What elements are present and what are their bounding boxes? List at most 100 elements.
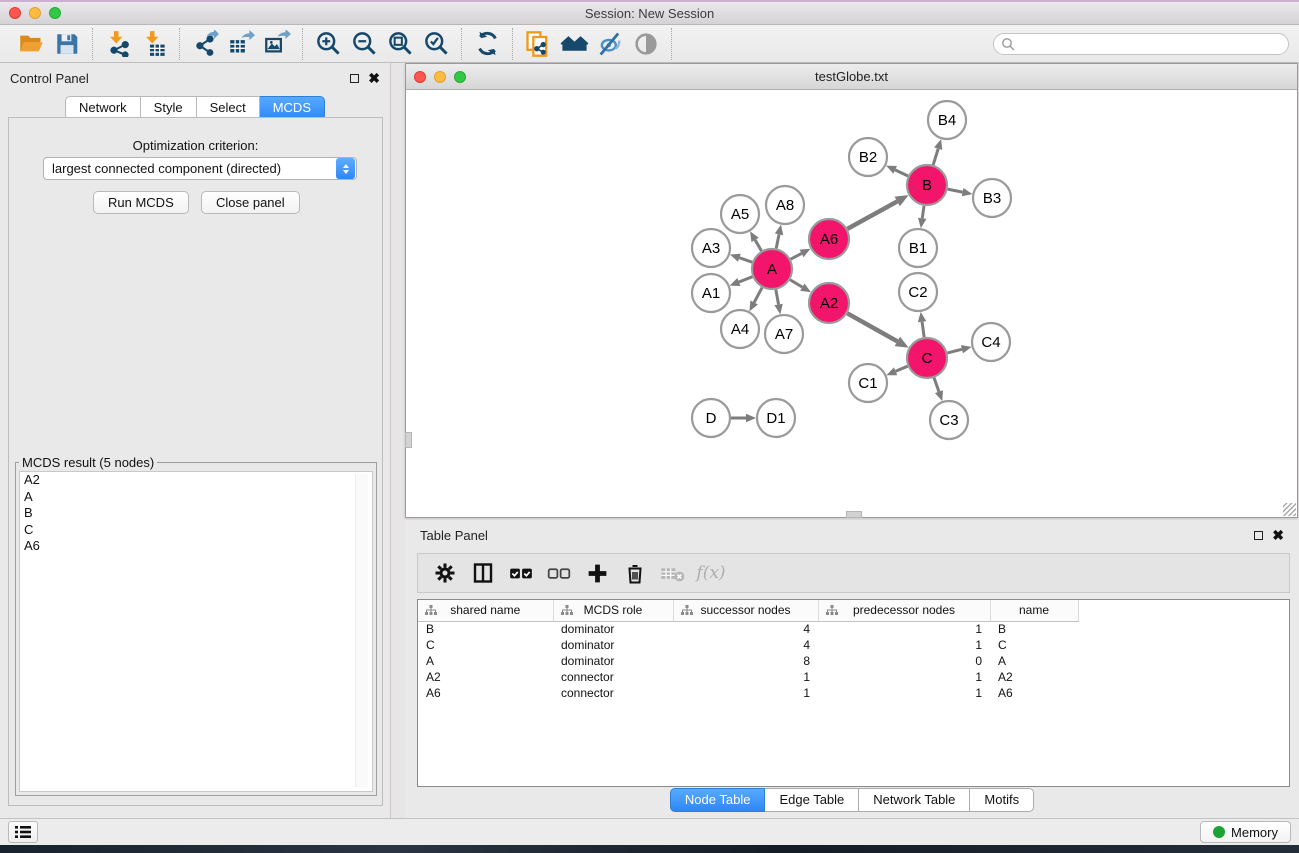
- float-panel-icon[interactable]: [350, 74, 359, 83]
- zoom-out-icon[interactable]: [349, 29, 379, 59]
- mcds-result-item[interactable]: A2: [20, 472, 372, 489]
- table-row[interactable]: Bdominator41B: [418, 621, 1289, 637]
- mcds-result-list: A2ABCA6: [19, 471, 373, 792]
- graph-node-A7[interactable]: A7: [765, 315, 803, 353]
- mcds-result-item[interactable]: C: [20, 522, 372, 539]
- open-session-icon[interactable]: [16, 29, 46, 59]
- window-resize-grip[interactable]: [1283, 503, 1296, 516]
- left-scrollbar-thumb[interactable]: [405, 432, 412, 448]
- delete-table-icon[interactable]: [656, 558, 690, 588]
- edge-B-B4[interactable]: [933, 149, 938, 165]
- zoom-in-icon[interactable]: [313, 29, 343, 59]
- mcds-result-item[interactable]: A6: [20, 538, 372, 555]
- graph-node-B2[interactable]: B2: [849, 138, 887, 176]
- import-table-icon[interactable]: [139, 29, 169, 59]
- save-session-icon[interactable]: [52, 29, 82, 59]
- edge-A-A3[interactable]: [739, 258, 752, 262]
- import-network-icon[interactable]: [103, 29, 133, 59]
- graph-node-A2[interactable]: A2: [809, 283, 849, 323]
- close-table-panel-icon[interactable]: ✖: [1272, 530, 1284, 540]
- copy-network-view-icon[interactable]: [523, 29, 553, 59]
- tab-motifs[interactable]: Motifs: [970, 788, 1034, 812]
- tab-edge-table[interactable]: Edge Table: [765, 788, 859, 812]
- graph-node-A1[interactable]: A1: [692, 274, 730, 312]
- mcds-result-item[interactable]: A: [20, 489, 372, 506]
- hide-selected-icon[interactable]: [595, 29, 625, 59]
- export-table-icon[interactable]: [226, 29, 256, 59]
- run-mcds-button[interactable]: Run MCDS: [93, 191, 189, 214]
- first-neighbors-icon[interactable]: [559, 29, 589, 59]
- edge-C-C4[interactable]: [947, 349, 962, 353]
- close-panel-icon[interactable]: ✖: [368, 73, 380, 83]
- function-builder-fx-icon[interactable]: f(x): [694, 558, 728, 588]
- show-column-icon[interactable]: [466, 558, 500, 588]
- graph-node-B3[interactable]: B3: [973, 179, 1011, 217]
- select-all-icon[interactable]: [504, 558, 538, 588]
- edge-A-A4[interactable]: [754, 288, 762, 303]
- edge-A-A7[interactable]: [776, 290, 779, 305]
- export-network-icon[interactable]: [190, 29, 220, 59]
- edge-C-C2[interactable]: [922, 322, 924, 337]
- search-input[interactable]: [993, 33, 1289, 55]
- graph-node-B[interactable]: B: [907, 165, 947, 205]
- table-row[interactable]: A2connector11A2: [418, 669, 1289, 685]
- edge-A-A5[interactable]: [755, 240, 761, 251]
- network-window-titlebar[interactable]: testGlobe.txt: [406, 64, 1297, 90]
- column-header-name[interactable]: name: [990, 600, 1078, 621]
- edge-C-C3[interactable]: [934, 378, 939, 392]
- graph-node-C[interactable]: C: [907, 338, 947, 378]
- edge-C-C1[interactable]: [896, 366, 908, 371]
- graph-node-A[interactable]: A: [752, 249, 792, 289]
- graph-node-A6[interactable]: A6: [809, 219, 849, 259]
- edge-B-B2[interactable]: [895, 170, 908, 176]
- column-header-shared-name[interactable]: shared name: [418, 600, 553, 621]
- memory-button[interactable]: Memory: [1200, 821, 1291, 843]
- column-header-predecessor-nodes[interactable]: predecessor nodes: [818, 600, 990, 621]
- graph-node-C2[interactable]: C2: [899, 273, 937, 311]
- graph-node-C4[interactable]: C4: [972, 323, 1010, 361]
- edge-A2-C[interactable]: [847, 313, 897, 341]
- close-panel-button[interactable]: Close panel: [201, 191, 300, 214]
- delete-column-trash-icon[interactable]: [618, 558, 652, 588]
- mcds-result-item[interactable]: B: [20, 505, 372, 522]
- edge-A-A8[interactable]: [776, 234, 779, 248]
- export-image-icon[interactable]: [262, 29, 292, 59]
- graph-node-A4[interactable]: A4: [721, 310, 759, 348]
- edge-A-A1[interactable]: [739, 277, 753, 282]
- graph-node-D[interactable]: D: [692, 399, 730, 437]
- table-row[interactable]: A6connector11A6: [418, 685, 1289, 701]
- edge-B-B3[interactable]: [948, 189, 963, 192]
- criterion-dropdown[interactable]: largest connected component (directed): [43, 157, 357, 180]
- graph-node-C1[interactable]: C1: [849, 364, 887, 402]
- show-all-icon[interactable]: [631, 29, 661, 59]
- tab-node-table[interactable]: Node Table: [670, 788, 766, 812]
- zoom-selected-icon[interactable]: [421, 29, 451, 59]
- graph-node-D1[interactable]: D1: [757, 399, 795, 437]
- refresh-icon[interactable]: [472, 29, 502, 59]
- graph-node-label: A: [767, 261, 777, 278]
- column-header-successor-nodes[interactable]: successor nodes: [673, 600, 818, 621]
- graph-node-A8[interactable]: A8: [766, 186, 804, 224]
- create-column-plus-icon[interactable]: [580, 558, 614, 588]
- graph-node-B4[interactable]: B4: [928, 101, 966, 139]
- edge-A-A2[interactable]: [790, 280, 802, 287]
- network-canvas[interactable]: B4 B2 B B3 A5A8A6 A3 B1 A A1 C2 A2 A4A7 C4 C C1 C3 D D1: [406, 90, 1297, 517]
- graph-node-B1[interactable]: B1: [899, 229, 937, 267]
- edge-A-A6[interactable]: [791, 253, 802, 259]
- edge-B-B1[interactable]: [922, 206, 924, 219]
- tab-network-table[interactable]: Network Table: [859, 788, 970, 812]
- graph-node-A5[interactable]: A5: [721, 195, 759, 233]
- table-options-gear-icon[interactable]: [428, 558, 462, 588]
- edge-A6-B[interactable]: [847, 201, 897, 228]
- bottom-scrollbar-thumb[interactable]: [846, 511, 862, 518]
- column-header-MCDS-role[interactable]: MCDS role: [553, 600, 673, 621]
- float-table-panel-icon[interactable]: [1254, 531, 1263, 540]
- task-history-button[interactable]: [8, 821, 38, 843]
- table-row[interactable]: Adominator80A: [418, 653, 1289, 669]
- graph-node-C3[interactable]: C3: [930, 401, 968, 439]
- table-row[interactable]: Cdominator41C: [418, 637, 1289, 653]
- deselect-all-icon[interactable]: [542, 558, 576, 588]
- graph-node-A3[interactable]: A3: [692, 229, 730, 267]
- mcds-list-scrollbar[interactable]: [355, 474, 368, 787]
- zoom-fit-icon[interactable]: [385, 29, 415, 59]
